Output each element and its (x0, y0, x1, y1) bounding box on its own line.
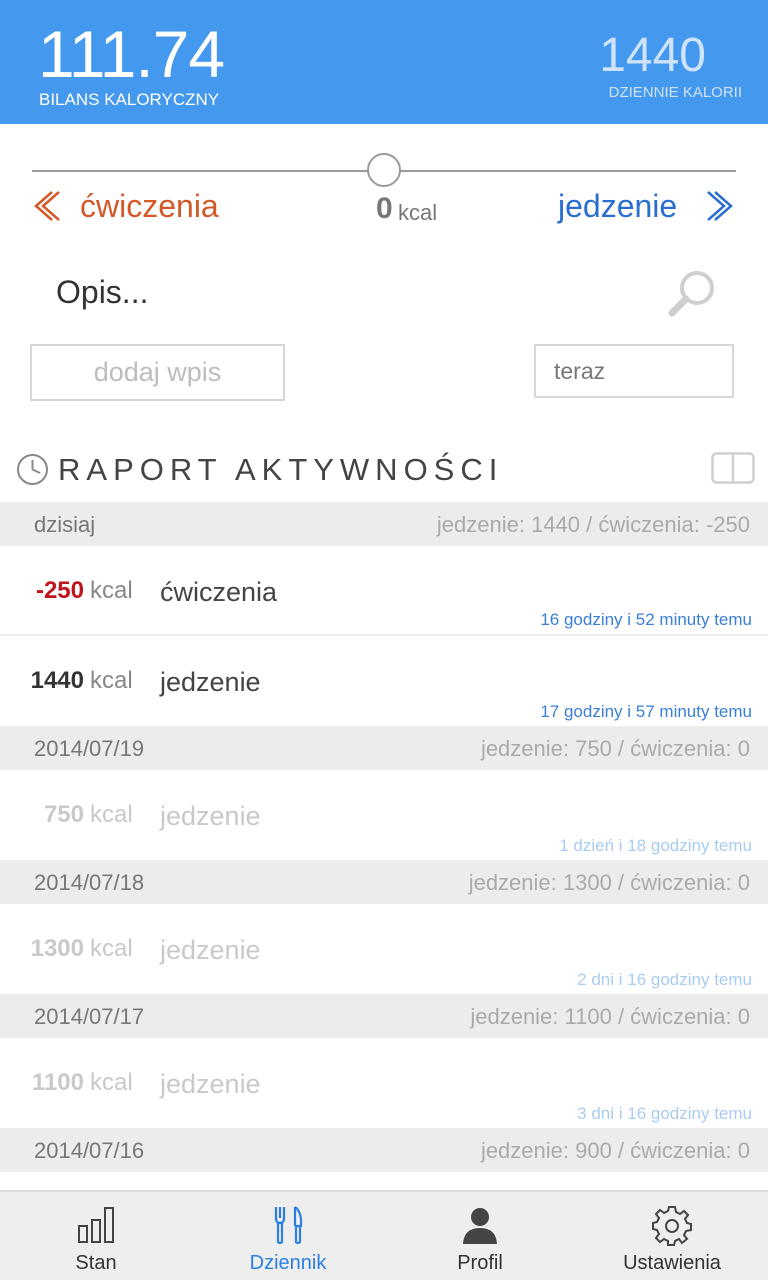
entry-time-ago: 17 godziny i 57 minuty temu (540, 702, 752, 721)
calorie-balance-label: BILANS KALORYCZNY (39, 90, 220, 109)
entry-type-label: ćwiczenia (160, 577, 278, 607)
book-icon[interactable] (711, 452, 755, 484)
day-summary: jedzenie: 1440 / ćwiczenia: -250 (436, 512, 750, 537)
day-summary: jedzenie: 900 / ćwiczenia: 0 (480, 1138, 750, 1163)
entry-time-ago: 3 dni i 16 godziny temu (577, 1104, 752, 1123)
nav-item-profil[interactable]: Profil (384, 1192, 576, 1280)
day-date: dzisiaj (34, 512, 96, 537)
entry-kcal-unit: kcal (90, 577, 133, 604)
activity-entry[interactable]: 750 kcal jedzenie 1 dzień i 18 godziny temu (0, 770, 768, 860)
day-summary: jedzenie: 750 / ćwiczenia: 0 (480, 736, 750, 761)
entry-time-ago: 2 dni i 16 godziny temu (577, 970, 752, 989)
chevron-left-icon[interactable] (30, 188, 62, 224)
add-entry-button[interactable]: dodaj wpis (30, 344, 285, 401)
entry-kcal-value: 1300 (30, 935, 84, 962)
user-icon (463, 1208, 497, 1244)
daily-calories-value: 1440 (599, 29, 706, 82)
entry-type-label: jedzenie (160, 935, 261, 965)
entry-kcal-value: 1100 (31, 1069, 84, 1096)
search-icon[interactable] (666, 268, 718, 318)
entry-kcal-value: 750 (43, 801, 84, 828)
calorie-balance-value: 111.74 (38, 17, 225, 91)
entry-time-ago: 1 dzień i 18 godziny temu (559, 836, 752, 855)
nav-label-stan: Stan (75, 1252, 117, 1274)
entry-kcal-unit: kcal (90, 1069, 133, 1096)
entry-kcal-unit: kcal (90, 935, 133, 962)
bottom-navigation: Stan Dziennik Profil Ustawienia (0, 1190, 768, 1280)
calorie-header: 111.74 BILANS KALORYCZNY 1440 DZIENNIE K… (0, 0, 768, 124)
nav-label-profil: Profil (457, 1252, 503, 1274)
nav-label-dziennik: Dziennik (249, 1252, 327, 1274)
day-date: 2014/07/19 (34, 736, 145, 761)
day-header: 2014/07/16 jedzenie: 900 / ćwiczenia: 0 (0, 1128, 768, 1172)
nav-item-dziennik[interactable]: Dziennik (192, 1192, 384, 1280)
day-header: dzisiaj jedzenie: 1440 / ćwiczenia: -250 (0, 502, 768, 546)
entry-type-label: jedzenie (160, 801, 261, 831)
day-date: 2014/07/16 (34, 1138, 145, 1163)
bar-chart-icon (78, 1207, 114, 1243)
day-summary: jedzenie: 1100 / ćwiczenia: 0 (470, 1004, 750, 1029)
entry-kcal-value: -250 (35, 577, 84, 604)
entry-type-label: jedzenie (160, 1069, 261, 1099)
activity-report-title: RAPORT AKTYWNOŚCI (58, 452, 504, 487)
day-header: 2014/07/19 jedzenie: 750 / ćwiczenia: 0 (0, 726, 768, 770)
day-header: 2014/07/18 jedzenie: 1300 / ćwiczenia: 0 (0, 860, 768, 904)
kcal-slider-handle[interactable] (367, 153, 401, 187)
daily-calories-label: DZIENNIE KALORII (608, 84, 742, 101)
chevron-right-icon[interactable] (705, 188, 737, 224)
nav-item-ustawienia[interactable]: Ustawienia (576, 1192, 768, 1280)
nav-label-ustawienia: Ustawienia (623, 1252, 721, 1274)
entry-time-field[interactable] (534, 344, 734, 398)
activity-list: dzisiaj jedzenie: 1440 / ćwiczenia: -250 -… (0, 502, 768, 1172)
activity-entry[interactable]: 1440 kcal jedzenie 17 godziny i 57 minuty t… (0, 636, 768, 726)
gear-icon (652, 1206, 692, 1246)
day-date: 2014/07/17 (34, 1004, 145, 1029)
fork-knife-icon (274, 1206, 303, 1245)
description-input[interactable] (56, 268, 616, 316)
entry-kcal-value: 1440 (30, 667, 84, 694)
kcal-unit: kcal (398, 200, 438, 225)
day-summary: jedzenie: 1300 / ćwiczenia: 0 (468, 870, 750, 895)
activity-entry[interactable]: 1300 kcal jedzenie 2 dni i 16 godziny temu (0, 904, 768, 994)
activity-entry[interactable]: -250 kcal ćwiczenia 16 godziny i 52 minuty … (0, 546, 768, 636)
entry-time-ago: 16 godziny i 52 minuty temu (540, 610, 752, 629)
day-date: 2014/07/18 (34, 870, 145, 895)
nav-item-stan[interactable]: Stan (0, 1192, 192, 1280)
clock-icon (17, 454, 48, 485)
entry-kcal-unit: kcal (90, 801, 133, 828)
day-header: 2014/07/17 jedzenie: 1100 / ćwiczenia: 0 (0, 994, 768, 1038)
entry-type-label: jedzenie (160, 667, 261, 697)
exercise-mode-button[interactable]: ćwiczenia (80, 186, 219, 226)
activity-entry[interactable]: 1100 kcal jedzenie 3 dni i 16 godziny temu (0, 1038, 768, 1128)
entry-kcal-unit: kcal (90, 667, 133, 694)
food-mode-button[interactable]: jedzenie (558, 186, 677, 226)
kcal-value: 0 (376, 192, 393, 225)
